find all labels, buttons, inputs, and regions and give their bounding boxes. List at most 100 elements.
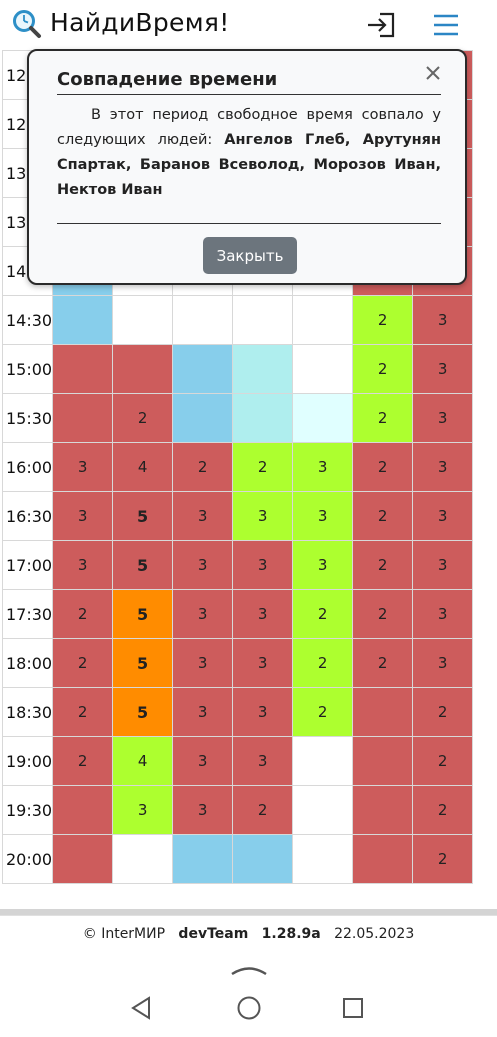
- schedule-cell[interactable]: 2: [292, 687, 354, 737]
- table-row: 20:00 2: [1, 834, 474, 884]
- schedule-cell[interactable]: 3: [172, 491, 234, 541]
- schedule-cell[interactable]: 3: [172, 785, 234, 835]
- schedule-cell[interactable]: 5: [112, 638, 174, 688]
- schedule-cell[interactable]: [292, 736, 354, 786]
- schedule-cell[interactable]: 2: [352, 393, 414, 443]
- schedule-cell[interactable]: [232, 295, 294, 345]
- schedule-cell[interactable]: 3: [232, 540, 294, 590]
- schedule-cell[interactable]: 3: [412, 589, 474, 639]
- schedule-cell[interactable]: [52, 785, 114, 835]
- schedule-cell[interactable]: 2: [52, 687, 114, 737]
- schedule-cell[interactable]: 2: [112, 393, 174, 443]
- schedule-cell[interactable]: 3: [292, 442, 354, 492]
- schedule-cell[interactable]: [352, 834, 414, 884]
- clock-search-icon[interactable]: [12, 9, 42, 39]
- schedule-cell[interactable]: 2: [352, 295, 414, 345]
- schedule-cell[interactable]: 2: [232, 785, 294, 835]
- schedule-cell[interactable]: 3: [232, 736, 294, 786]
- schedule-cell[interactable]: 3: [412, 393, 474, 443]
- sign-in-icon[interactable]: [365, 10, 397, 40]
- schedule-cell[interactable]: [232, 344, 294, 394]
- schedule-cell[interactable]: 2: [352, 442, 414, 492]
- schedule-cell[interactable]: 3: [112, 785, 174, 835]
- schedule-cell[interactable]: 2: [352, 540, 414, 590]
- schedule-cell[interactable]: 3: [232, 687, 294, 737]
- schedule-cell[interactable]: 5: [112, 491, 174, 541]
- schedule-cell[interactable]: [292, 785, 354, 835]
- schedule-cell[interactable]: 3: [412, 540, 474, 590]
- recent-square-icon[interactable]: [342, 997, 364, 1019]
- schedule-cell[interactable]: [352, 785, 414, 835]
- hamburger-menu-icon[interactable]: [432, 12, 460, 38]
- schedule-cell[interactable]: 4: [112, 442, 174, 492]
- schedule-cell[interactable]: 4: [112, 736, 174, 786]
- schedule-cell[interactable]: 3: [172, 638, 234, 688]
- schedule-cell[interactable]: [172, 295, 234, 345]
- schedule-cell[interactable]: 3: [52, 540, 114, 590]
- schedule-cell[interactable]: 5: [112, 540, 174, 590]
- schedule-cell[interactable]: 2: [292, 589, 354, 639]
- table-row: 19:00 2 4 3 3 2: [1, 736, 474, 786]
- schedule-cell[interactable]: 2: [52, 638, 114, 688]
- schedule-cell[interactable]: 5: [112, 589, 174, 639]
- schedule-cell[interactable]: [112, 834, 174, 884]
- schedule-cell[interactable]: 3: [172, 736, 234, 786]
- schedule-cell[interactable]: [292, 393, 354, 443]
- schedule-cell[interactable]: [172, 393, 234, 443]
- app-header: НайдиВремя!: [0, 0, 497, 50]
- schedule-cell[interactable]: 2: [352, 491, 414, 541]
- home-circle-icon[interactable]: [236, 995, 262, 1021]
- schedule-cell[interactable]: 3: [292, 491, 354, 541]
- schedule-cell[interactable]: 3: [412, 295, 474, 345]
- schedule-cell[interactable]: 2: [412, 687, 474, 737]
- schedule-cell[interactable]: [52, 393, 114, 443]
- schedule-cell[interactable]: 3: [412, 344, 474, 394]
- schedule-cell[interactable]: [292, 344, 354, 394]
- schedule-cell[interactable]: 2: [352, 344, 414, 394]
- schedule-cell[interactable]: 2: [412, 834, 474, 884]
- schedule-cell[interactable]: 3: [172, 589, 234, 639]
- schedule-cell[interactable]: 2: [412, 785, 474, 835]
- schedule-cell[interactable]: [292, 834, 354, 884]
- schedule-cell[interactable]: [52, 344, 114, 394]
- schedule-cell[interactable]: 2: [352, 589, 414, 639]
- schedule-cell[interactable]: [352, 736, 414, 786]
- schedule-cell[interactable]: 3: [232, 491, 294, 541]
- close-button[interactable]: Закрыть: [203, 237, 297, 274]
- modal-title: Совпадение времени: [57, 69, 278, 90]
- schedule-cell[interactable]: 3: [232, 638, 294, 688]
- schedule-cell[interactable]: 3: [412, 491, 474, 541]
- schedule-cell[interactable]: 2: [232, 442, 294, 492]
- schedule-cell[interactable]: 5: [112, 687, 174, 737]
- close-icon[interactable]: [423, 63, 443, 83]
- schedule-cell[interactable]: 2: [52, 589, 114, 639]
- schedule-cell[interactable]: 3: [292, 540, 354, 590]
- back-triangle-icon[interactable]: [128, 995, 154, 1021]
- schedule-cell[interactable]: [52, 295, 114, 345]
- footer-team: devTeam: [178, 926, 249, 942]
- schedule-cell[interactable]: 2: [412, 736, 474, 786]
- schedule-cell[interactable]: 3: [172, 687, 234, 737]
- schedule-cell[interactable]: [352, 687, 414, 737]
- chevron-up-icon[interactable]: [230, 963, 268, 977]
- schedule-cell[interactable]: 2: [352, 638, 414, 688]
- schedule-cell[interactable]: 3: [412, 442, 474, 492]
- system-navbar: [0, 955, 497, 1037]
- schedule-cell[interactable]: 3: [52, 442, 114, 492]
- schedule-cell[interactable]: [172, 344, 234, 394]
- schedule-cell[interactable]: 2: [172, 442, 234, 492]
- schedule-cell[interactable]: [232, 834, 294, 884]
- schedule-cell[interactable]: 3: [172, 540, 234, 590]
- schedule-cell[interactable]: 3: [52, 491, 114, 541]
- schedule-cell[interactable]: 3: [412, 638, 474, 688]
- schedule-cell[interactable]: 2: [52, 736, 114, 786]
- schedule-cell[interactable]: [52, 834, 114, 884]
- schedule-cell[interactable]: [112, 344, 174, 394]
- schedule-cell[interactable]: 3: [232, 589, 294, 639]
- schedule-cell[interactable]: [232, 393, 294, 443]
- schedule-cell[interactable]: 2: [292, 638, 354, 688]
- schedule-cell[interactable]: [112, 295, 174, 345]
- schedule-cell[interactable]: [172, 834, 234, 884]
- schedule-cell[interactable]: [292, 295, 354, 345]
- footer: © InterМИР devTeam 1.28.9a 22.05.2023: [0, 915, 497, 956]
